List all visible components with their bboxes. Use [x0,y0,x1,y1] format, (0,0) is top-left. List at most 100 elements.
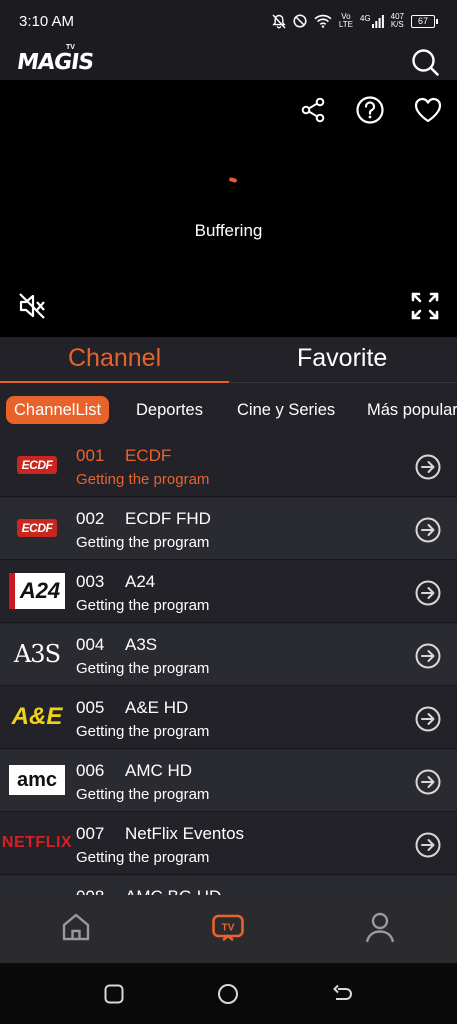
fullscreen-icon[interactable] [410,291,440,321]
channel-row[interactable]: A3S 004 A3S Getting the program [0,624,457,686]
arrow-right-circle-icon[interactable] [414,642,442,670]
home-icon[interactable] [58,909,94,945]
category-mas-populares[interactable]: Más populares [367,396,457,424]
signal-icon [371,14,384,28]
channel-logo: ECDF [8,509,66,547]
main-tabs: Channel Favorite [0,337,457,383]
channel-name: A&E HD [125,698,189,717]
app-header: MAGIS TV [0,42,457,80]
help-icon[interactable] [355,95,385,125]
recents-icon[interactable] [102,982,126,1006]
channel-logo: A&E [8,698,66,736]
arrow-right-circle-icon[interactable] [414,705,442,733]
category-cine-y-series[interactable]: Cine y Series [237,396,335,424]
channel-number: 002 [76,509,105,528]
channel-list[interactable]: ECDF 001 ECDF Getting the program ECDF 0… [0,435,457,895]
wifi-icon [314,14,332,28]
channel-logo-text: A&E [11,703,63,730]
tab-channel[interactable]: Channel [68,344,161,373]
network-indicator: 4G [359,13,384,28]
channel-row[interactable]: ECDF 002 ECDF FHD Getting the program [0,498,457,560]
status-icons: Vo LTE 4G 407 K/S 67 [272,13,438,29]
channel-program: Getting the program [76,471,210,488]
channel-program: Getting the program [76,597,210,614]
data-speed: 407 K/S [391,13,404,29]
back-icon[interactable] [330,982,354,1006]
status-bar: 3:10 AM Vo LTE 4G 407 K/S 67 [0,0,457,42]
channel-row[interactable]: ECDF 001 ECDF Getting the program [0,435,457,497]
channel-number: 006 [76,761,105,780]
channel-logo: A24 [8,572,66,610]
category-deportes[interactable]: Deportes [136,396,203,424]
tab-favorite[interactable]: Favorite [297,344,387,373]
channel-name: NetFlix Eventos [125,824,245,843]
data-speed-unit: K/S [390,20,404,29]
home-circle-icon[interactable] [216,982,240,1006]
app-logo: MAGIS TV [15,44,95,78]
channel-program: Getting the program [76,849,210,866]
network-type: 4G [359,13,371,23]
channel-program: Getting the program [76,534,210,551]
app-root: 3:10 AM Vo LTE 4G 407 K/S 67 MAGIS TV Bu… [0,0,457,1024]
channel-number: 003 [76,572,105,591]
channel-name: ECDF FHD [125,509,211,528]
channel-number: 005 [76,698,105,717]
channel-name: A24 [125,572,156,591]
status-time: 3:10 AM [19,12,75,30]
heart-icon[interactable] [413,95,443,125]
channel-row[interactable]: NETFLIX 007 NetFlix Eventos Getting the … [0,813,457,875]
arrow-right-circle-icon[interactable] [414,579,442,607]
channel-name: ECDF [125,446,172,465]
channel-logo: NETFLIX [2,824,72,862]
channel-logo-text: NETFLIX [1,834,73,851]
volte-indicator: Vo LTE [339,13,353,29]
channel-logo-text: ECDF [16,456,58,474]
channel-row[interactable]: 008 AMC BG HD [0,876,457,895]
channel-logo-text: ECDF [16,519,58,537]
battery-icon: 67 [411,14,438,28]
dnd-icon [293,14,307,28]
channel-name: AMC HD [125,761,193,780]
system-navigation [0,963,457,1024]
mute-icon[interactable] [17,291,47,321]
arrow-right-circle-icon[interactable] [414,768,442,796]
battery-level: 67 [411,14,435,28]
share-icon[interactable] [298,95,328,125]
channel-logo: ECDF [8,446,66,484]
channel-number: 004 [76,635,105,654]
channel-logo-text: A24 [9,573,65,609]
channel-row[interactable]: A24 003 A24 Getting the program [0,561,457,623]
arrow-right-circle-icon[interactable] [414,453,442,481]
category-bar[interactable]: ChannelList Deportes Cine y Series Más p… [0,386,457,432]
logo-text: MAGIS [15,50,95,75]
channel-number: 008 [76,887,104,895]
active-tab-indicator [0,381,229,383]
channel-number: 001 [76,446,105,465]
channel-logo-text: A3S [13,640,61,668]
svg-text:TV: TV [222,923,235,934]
channel-row[interactable]: amc 006 AMC HD Getting the program [0,750,457,812]
category-channellist[interactable]: ChannelList [6,396,110,424]
channel-name: AMC BG HD [125,887,221,895]
channel-logo: A3S [8,635,66,673]
channel-logo-text: amc [9,765,65,795]
logo-tv-text: TV [66,44,75,51]
buffering-text: Buffering [194,221,263,240]
profile-icon[interactable] [362,909,398,945]
loading-spinner [228,177,238,183]
channel-row[interactable]: A&E 005 A&E HD Getting the program [0,687,457,749]
channel-number: 007 [76,824,105,843]
mute-notifications-icon [272,14,286,28]
channel-name: A3S [125,635,158,654]
channel-program: Getting the program [76,786,210,803]
arrow-right-circle-icon[interactable] [414,516,442,544]
tv-icon[interactable]: TV [210,909,246,945]
video-player[interactable]: Buffering [0,80,457,337]
arrow-right-circle-icon[interactable] [414,831,442,859]
bottom-navigation: TV [0,895,457,963]
volte-bottom: LTE [338,20,353,29]
search-icon[interactable] [410,47,440,77]
channel-program: Getting the program [76,723,210,740]
channel-program: Getting the program [76,660,210,677]
channel-logo: amc [8,761,66,799]
